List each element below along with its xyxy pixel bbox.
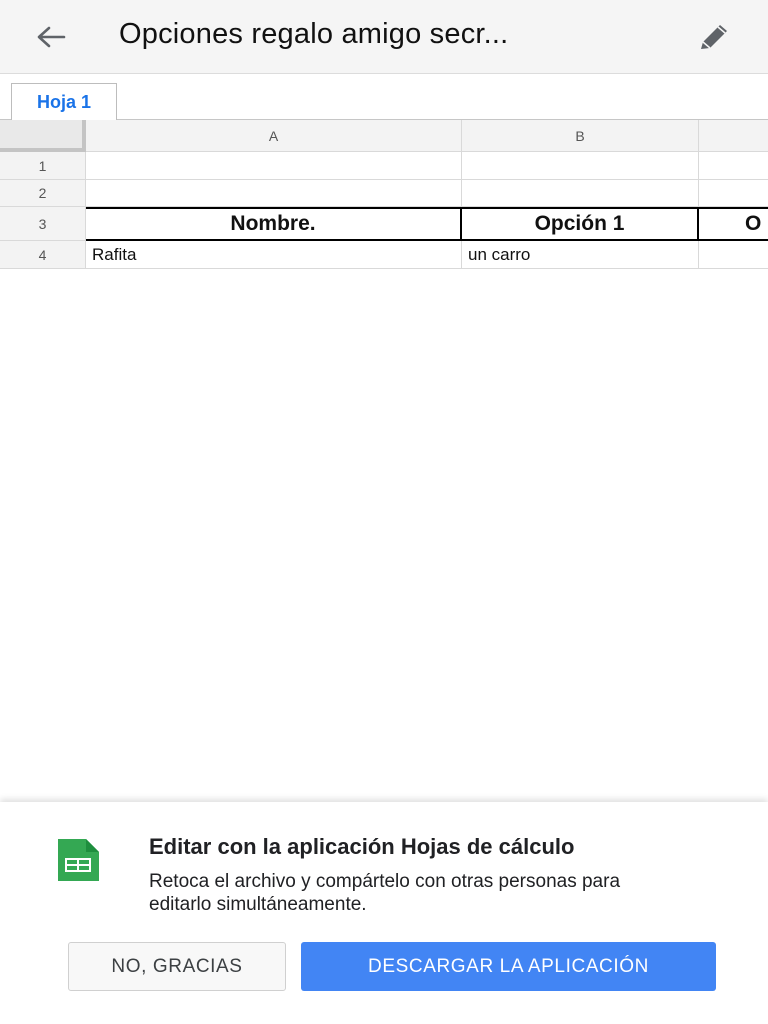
promo-title: Editar con la aplicación Hojas de cálcul… (149, 834, 575, 859)
app-bar: Opciones regalo amigo secr... (0, 0, 768, 74)
no-thanks-button[interactable]: NO, GRACIAS (68, 942, 286, 991)
edit-button[interactable] (690, 12, 740, 62)
cell-c3[interactable]: O (699, 207, 768, 241)
cell-b4[interactable]: un carro (462, 241, 699, 269)
google-sheets-icon (58, 839, 99, 881)
sheet-tab-strip: Hoja 1 (0, 75, 768, 121)
arrow-left-icon (37, 26, 66, 48)
cell-c1[interactable] (699, 152, 768, 180)
document-title: Opciones regalo amigo secr... (119, 18, 509, 50)
row-header-3[interactable]: 3 (0, 207, 86, 241)
app-promo-sheet: Editar con la aplicación Hojas de cálcul… (0, 802, 768, 1024)
cell-b2[interactable] (462, 180, 699, 207)
pencil-icon (701, 25, 727, 49)
cell-a2[interactable] (86, 180, 462, 207)
tab-hoja-1[interactable]: Hoja 1 (11, 83, 117, 121)
grid-corner[interactable] (0, 120, 86, 152)
cell-a4[interactable]: Rafita (86, 241, 462, 269)
promo-description: Retoca el archivo y compártelo con otras… (149, 871, 621, 915)
cell-a3[interactable]: Nombre. (86, 207, 462, 241)
spreadsheet-grid: A B 1 2 3 Nombre. Opción 1 O 4 Rafita un… (0, 120, 768, 270)
cell-c2[interactable] (699, 180, 768, 207)
row-header-2[interactable]: 2 (0, 180, 86, 207)
cell-a1[interactable] (86, 152, 462, 180)
cell-b1[interactable] (462, 152, 699, 180)
download-app-button[interactable]: DESCARGAR LA APLICACIÓN (301, 942, 716, 991)
column-header-a[interactable]: A (86, 120, 462, 152)
cell-c4[interactable] (699, 241, 768, 269)
row-header-1[interactable]: 1 (0, 152, 86, 180)
back-button[interactable] (26, 13, 76, 61)
cell-b3[interactable]: Opción 1 (462, 207, 699, 241)
column-header-b[interactable]: B (462, 120, 699, 152)
column-header-c[interactable] (699, 120, 768, 152)
row-header-4[interactable]: 4 (0, 241, 86, 269)
